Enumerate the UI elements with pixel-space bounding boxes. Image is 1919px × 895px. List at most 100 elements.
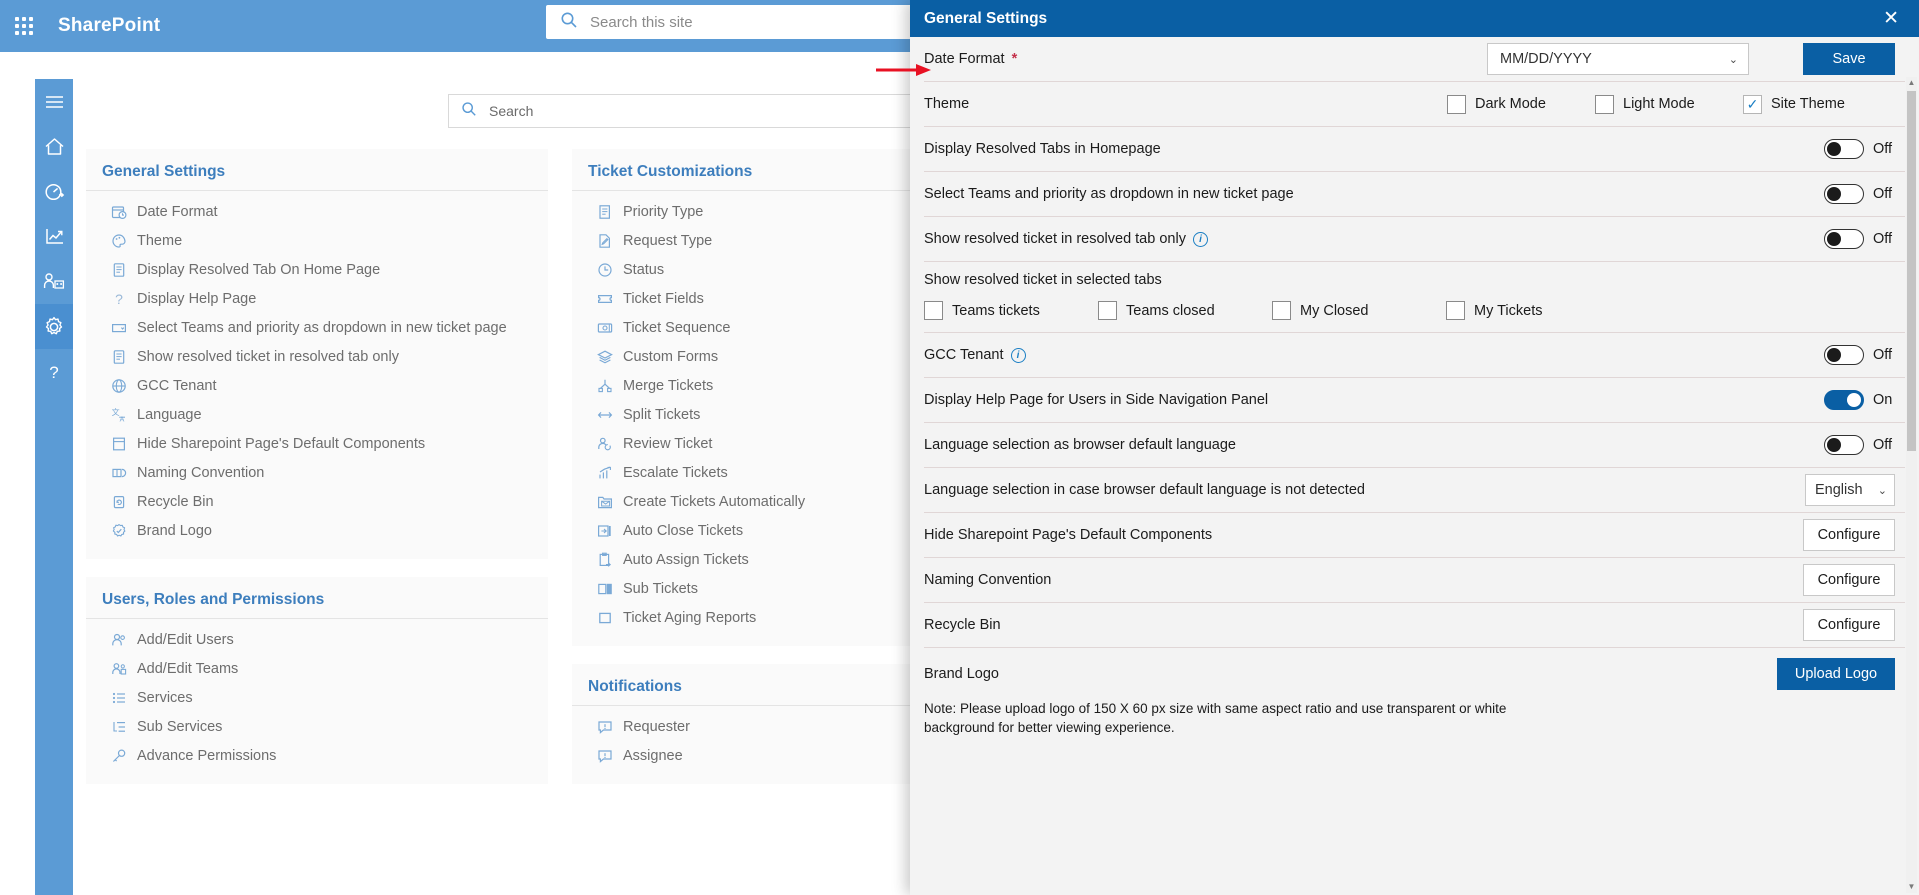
home-icon[interactable] xyxy=(35,124,73,169)
palette-icon xyxy=(110,232,127,249)
list-item[interactable]: Brand Logo xyxy=(86,516,548,545)
toggle-state: Off xyxy=(1873,437,1893,453)
list-item[interactable]: Add/Edit Users xyxy=(86,625,548,654)
toggle-state: Off xyxy=(1873,347,1893,363)
list-item-label: Theme xyxy=(137,232,183,249)
layers-icon xyxy=(596,348,613,365)
sidebar-item-settings[interactable] xyxy=(35,304,73,349)
question-mark-icon[interactable]: ? xyxy=(35,349,73,394)
list-item[interactable]: 文 A Language xyxy=(86,400,548,429)
list-item[interactable]: ? Display Help Page xyxy=(86,284,548,313)
card-users-roles-permissions: Users, Roles and Permissions Add/Edit Us… xyxy=(86,577,548,784)
hamburger-menu-icon[interactable] xyxy=(35,79,73,124)
hide-default-components-label: Hide Sharepoint Page's Default Component… xyxy=(924,527,1213,543)
toggle-switch[interactable] xyxy=(1824,184,1864,204)
scrollbar-thumb[interactable] xyxy=(1907,91,1916,451)
row-date-format: Date Format * MM/DD/YYYY ⌄ Save xyxy=(924,37,1905,82)
app-launcher-icon[interactable] xyxy=(0,0,48,52)
list-item[interactable]: Sub Services xyxy=(86,712,548,741)
checkbox-teams-tickets[interactable]: Teams tickets xyxy=(924,301,1098,320)
gauge-icon[interactable] xyxy=(35,169,73,214)
display-resolved-tabs-toggle-wrap: Off xyxy=(1824,139,1895,159)
fallback-language-select[interactable]: English ⌄ xyxy=(1805,474,1895,506)
list-item-label: Auto Assign Tickets xyxy=(623,551,749,568)
globe-icon xyxy=(110,377,127,394)
checkbox-my-closed[interactable]: My Closed xyxy=(1272,301,1446,320)
key-icon xyxy=(110,747,127,764)
people-icon xyxy=(110,631,127,648)
sequence-icon xyxy=(596,319,613,336)
panel-header: General Settings ✕ xyxy=(910,0,1919,37)
selected-tabs-title: Show resolved ticket in selected tabs xyxy=(924,272,1162,288)
info-icon[interactable]: i xyxy=(1010,347,1026,363)
date-format-select[interactable]: MM/DD/YYYY ⌄ xyxy=(1487,43,1749,75)
toggle-switch[interactable] xyxy=(1824,390,1864,410)
list-item[interactable]: Theme xyxy=(86,226,548,255)
question-mark-icon: ? xyxy=(110,290,127,307)
list-item-label: Ticket Sequence xyxy=(623,319,731,336)
brand-logo-label: Brand Logo xyxy=(924,665,999,682)
person-sync-icon xyxy=(596,435,613,452)
list-item[interactable]: Services xyxy=(86,683,548,712)
configure-button-hide-components[interactable]: Configure xyxy=(1803,519,1895,551)
list-item[interactable]: Recycle Bin xyxy=(86,487,548,516)
people-team-icon[interactable] xyxy=(35,259,73,304)
chart-up-icon xyxy=(596,464,613,481)
naming-convention-label: Naming Convention xyxy=(924,572,1052,588)
scroll-up-arrow-icon[interactable]: ▲ xyxy=(1906,77,1917,89)
display-help-page-label: Display Help Page for Users in Side Navi… xyxy=(924,392,1269,408)
list-item-label: Priority Type xyxy=(623,203,704,220)
list-item-label: Naming Convention xyxy=(137,464,265,481)
list-item-label: Escalate Tickets xyxy=(623,464,728,481)
list-item[interactable]: Add/Edit Teams xyxy=(86,654,548,683)
list-item[interactable]: Show resolved ticket in resolved tab onl… xyxy=(86,342,548,371)
list-item-label: GCC Tenant xyxy=(137,377,217,394)
document-icon xyxy=(110,261,127,278)
comment-alert-icon xyxy=(596,747,613,764)
checkbox-teams-closed[interactable]: Teams closed xyxy=(1098,301,1272,320)
save-button[interactable]: Save xyxy=(1803,43,1895,75)
row-theme: Theme Dark Mode Light Mode ✓ Site Theme xyxy=(924,82,1905,127)
checkbox-my-tickets[interactable]: My Tickets xyxy=(1446,301,1620,320)
chevron-down-icon: ⌄ xyxy=(1728,53,1738,66)
info-icon[interactable]: i xyxy=(1192,231,1208,247)
upload-logo-button[interactable]: Upload Logo xyxy=(1777,657,1895,690)
list-item-label: Ticket Fields xyxy=(623,290,704,307)
toggle-knob xyxy=(1827,232,1841,246)
checkbox-label: Teams tickets xyxy=(952,302,1040,319)
toggle-switch[interactable] xyxy=(1824,139,1864,159)
gear-icon xyxy=(43,316,65,338)
toggle-switch[interactable] xyxy=(1824,435,1864,455)
columns-icon xyxy=(596,580,613,597)
toggle-switch[interactable] xyxy=(1824,345,1864,365)
list-item[interactable]: Advance Permissions xyxy=(86,741,548,770)
rename-icon xyxy=(110,464,127,481)
scroll-down-arrow-icon[interactable]: ▼ xyxy=(1906,881,1917,893)
toggle-switch[interactable] xyxy=(1824,229,1864,249)
configure-button-naming-convention[interactable]: Configure xyxy=(1803,564,1895,596)
checkbox-light-mode[interactable]: Light Mode xyxy=(1595,94,1743,114)
list-item-label: Sub Tickets xyxy=(623,580,698,597)
configure-button-recycle-bin[interactable]: Configure xyxy=(1803,609,1895,641)
row-hide-default-components: Hide Sharepoint Page's Default Component… xyxy=(924,513,1905,558)
list-item[interactable]: Hide Sharepoint Page's Default Component… xyxy=(86,429,548,458)
checkbox-box xyxy=(1272,301,1291,320)
close-icon[interactable]: ✕ xyxy=(1879,7,1903,30)
show-resolved-tab-only-toggle-wrap: Off xyxy=(1824,229,1895,249)
list-item[interactable]: Date Format xyxy=(86,197,548,226)
checkbox-box xyxy=(924,301,943,320)
chart-line-icon[interactable] xyxy=(35,214,73,259)
toggle-knob xyxy=(1827,142,1841,156)
toggle-knob xyxy=(1827,348,1841,362)
list-item-label: Review Ticket xyxy=(623,435,713,452)
gcc-tenant-text: GCC Tenant xyxy=(924,347,1004,363)
list-item[interactable]: Naming Convention xyxy=(86,458,548,487)
checkbox-dark-mode[interactable]: Dark Mode xyxy=(1447,94,1595,114)
list-item[interactable]: Display Resolved Tab On Home Page xyxy=(86,255,548,284)
browser-default-language-toggle-wrap: Off xyxy=(1824,435,1895,455)
list-item[interactable]: Select Teams and priority as dropdown in… xyxy=(86,313,548,342)
checkbox-site-theme[interactable]: ✓ Site Theme xyxy=(1743,94,1895,114)
panel-scrollbar[interactable]: ▲ ▼ xyxy=(1906,77,1917,893)
list-item-label: Status xyxy=(623,261,665,278)
list-item[interactable]: GCC Tenant xyxy=(86,371,548,400)
